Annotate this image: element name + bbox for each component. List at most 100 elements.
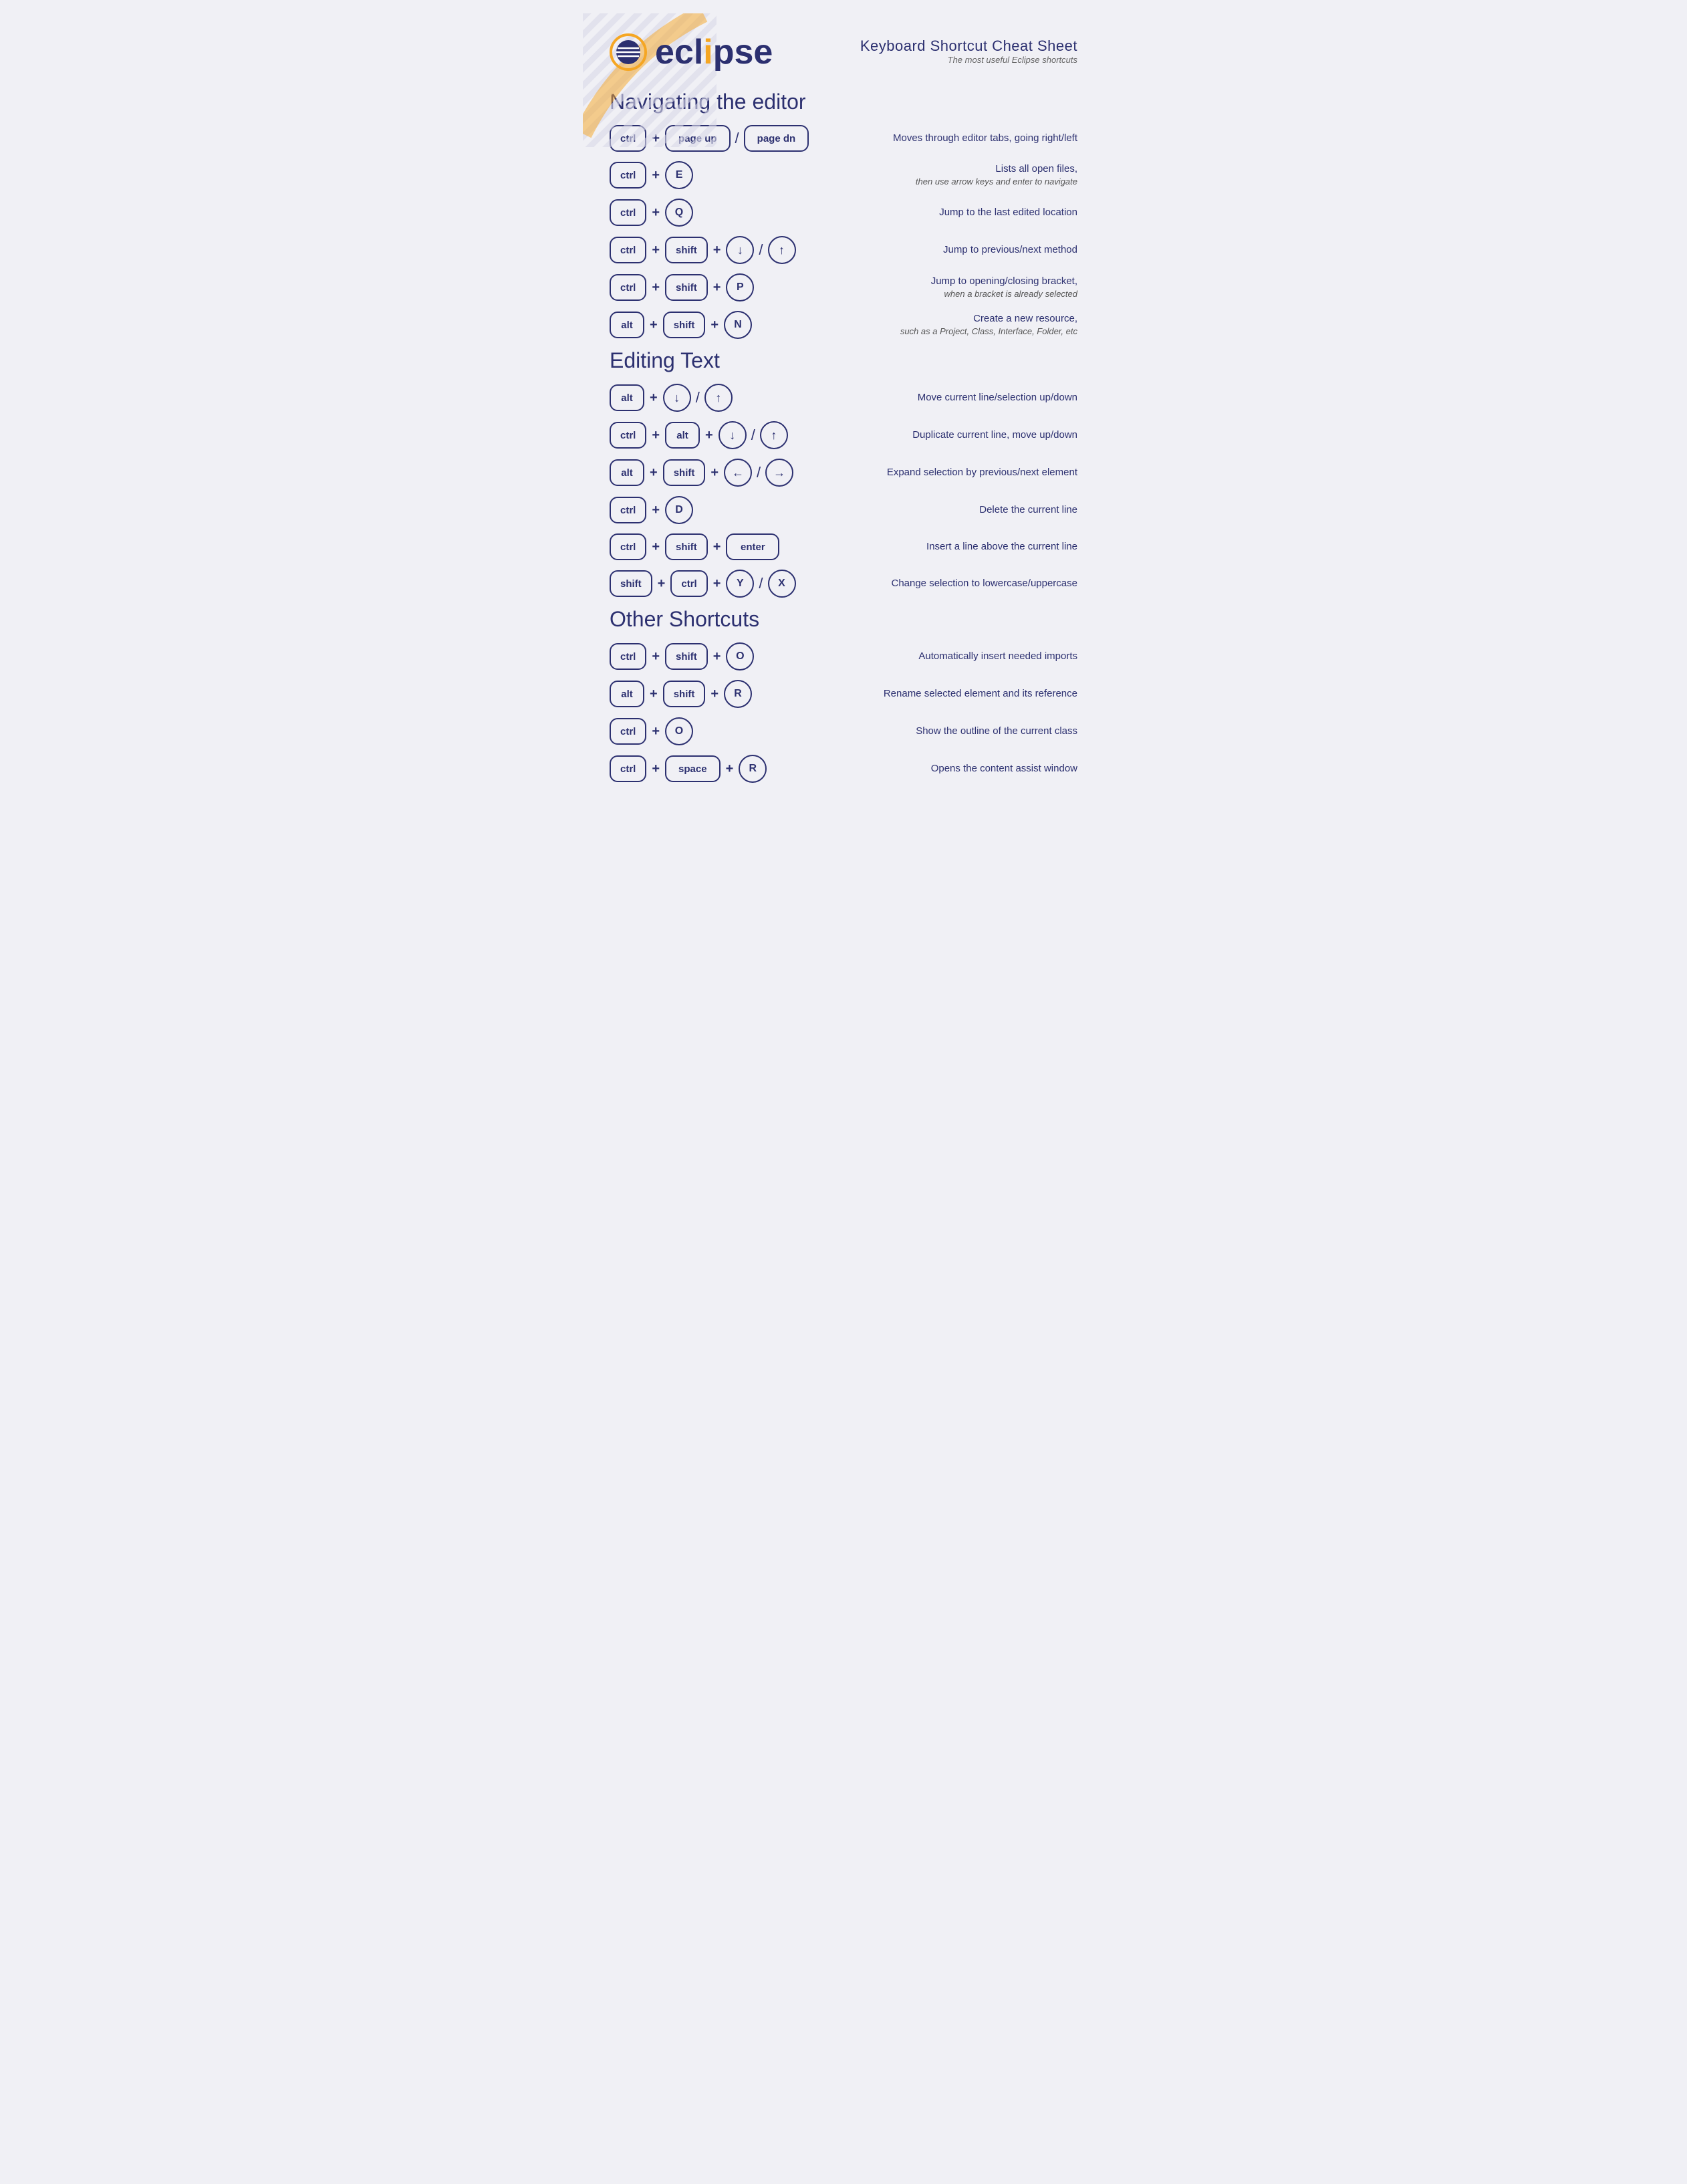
shortcut-desc: Opens the content assist window — [837, 762, 1077, 775]
shortcut-keys: ctrl + shift + enter — [610, 533, 837, 560]
key-q: Q — [665, 199, 693, 227]
key-down: ↓ — [726, 236, 754, 264]
header: eclipse Keyboard Shortcut Cheat Sheet Th… — [610, 33, 1077, 71]
shortcut-keys: alt + shift + N — [610, 311, 837, 339]
shortcut-row: alt + shift + ← / → Expand selection by … — [610, 459, 1077, 487]
shortcut-row: alt + ↓ / ↑ Move current line/selection … — [610, 384, 1077, 412]
shortcut-row: ctrl + shift + O Automatically insert ne… — [610, 642, 1077, 671]
key-space: space — [665, 755, 721, 782]
shortcut-keys: ctrl + Q — [610, 199, 837, 227]
key-d: D — [665, 496, 693, 524]
key-y: Y — [726, 570, 754, 598]
cheat-sheet-title: Keyboard Shortcut Cheat Sheet — [860, 37, 1077, 55]
logo-text: eclipse — [655, 35, 773, 70]
shortcut-row: ctrl + O Show the outline of the current… — [610, 717, 1077, 745]
header-right: Keyboard Shortcut Cheat Sheet The most u… — [860, 33, 1077, 65]
shortcut-row: ctrl + shift + P Jump to opening/closing… — [610, 273, 1077, 301]
shortcut-desc: Moves through editor tabs, going right/l… — [837, 132, 1077, 145]
key-down: ↓ — [719, 421, 747, 449]
shortcut-keys: ctrl + O — [610, 717, 837, 745]
key-shift: shift — [665, 237, 708, 263]
shortcut-row: ctrl + shift + enter Insert a line above… — [610, 533, 1077, 560]
key-alt: alt — [610, 681, 644, 707]
shortcut-keys: ctrl + D — [610, 496, 837, 524]
cheat-sheet-subtitle: The most useful Eclipse shortcuts — [860, 55, 1077, 65]
shortcut-row: ctrl + E Lists all open files, then use … — [610, 161, 1077, 189]
section-editing: Editing Text alt + ↓ / ↑ Move current li… — [610, 348, 1077, 598]
shortcut-keys: ctrl + shift + ↓ / ↑ — [610, 236, 837, 264]
key-ctrl: ctrl — [610, 533, 646, 560]
shortcut-row: ctrl + shift + ↓ / ↑ Jump to previous/ne… — [610, 236, 1077, 264]
key-ctrl: ctrl — [610, 237, 646, 263]
key-up: ↑ — [704, 384, 733, 412]
key-n: N — [724, 311, 752, 339]
shortcut-desc: Create a new resource, such as a Project… — [837, 312, 1077, 338]
shortcut-row: alt + shift + N Create a new resource, s… — [610, 311, 1077, 339]
section-title-editing: Editing Text — [610, 348, 1077, 373]
key-shift: shift — [665, 643, 708, 670]
key-shift: shift — [665, 274, 708, 301]
section-title-other: Other Shortcuts — [610, 607, 1077, 632]
key-ctrl: ctrl — [670, 570, 707, 597]
shortcut-keys: ctrl + E — [610, 161, 837, 189]
shortcut-row: ctrl + Q Jump to the last edited locatio… — [610, 199, 1077, 227]
shortcut-desc: Change selection to lowercase/uppercase — [837, 577, 1077, 590]
shortcut-keys: shift + ctrl + Y / X — [610, 570, 837, 598]
shortcut-keys: alt + ↓ / ↑ — [610, 384, 837, 412]
shortcut-desc: Lists all open files, then use arrow key… — [837, 162, 1077, 188]
shortcut-desc: Insert a line above the current line — [837, 540, 1077, 554]
key-ctrl: ctrl — [610, 643, 646, 670]
key-p: P — [726, 273, 754, 301]
key-ctrl: ctrl — [610, 755, 646, 782]
key-left: ← — [724, 459, 752, 487]
eclipse-logo-icon — [610, 33, 647, 71]
shortcut-keys: alt + shift + ← / → — [610, 459, 837, 487]
shortcut-row: ctrl + alt + ↓ / ↑ Duplicate current lin… — [610, 421, 1077, 449]
key-pagedn: page dn — [744, 125, 809, 152]
key-e: E — [665, 161, 693, 189]
key-r: R — [724, 680, 752, 708]
shortcut-keys: ctrl + shift + P — [610, 273, 837, 301]
key-ctrl: ctrl — [610, 422, 646, 449]
shortcut-desc: Delete the current line — [837, 503, 1077, 517]
shortcut-desc: Automatically insert needed imports — [837, 650, 1077, 663]
shortcut-desc: Duplicate current line, move up/down — [837, 429, 1077, 442]
key-ctrl: ctrl — [610, 274, 646, 301]
shortcut-row: alt + shift + R Rename selected element … — [610, 680, 1077, 708]
key-up: ↑ — [768, 236, 796, 264]
shortcut-desc: Move current line/selection up/down — [837, 391, 1077, 404]
key-up: ↑ — [760, 421, 788, 449]
key-alt: alt — [665, 422, 700, 449]
key-shift: shift — [663, 459, 706, 486]
key-alt: alt — [610, 384, 644, 411]
shortcut-desc: Jump to previous/next method — [837, 243, 1077, 257]
key-down: ↓ — [663, 384, 691, 412]
shortcut-row: ctrl + space + R Opens the content assis… — [610, 755, 1077, 783]
page: eclipse Keyboard Shortcut Cheat Sheet Th… — [583, 13, 1104, 819]
shortcut-keys: ctrl + space + R — [610, 755, 837, 783]
key-shift: shift — [665, 533, 708, 560]
shortcut-keys: ctrl + shift + O — [610, 642, 837, 671]
key-ctrl: ctrl — [610, 199, 646, 226]
key-x: X — [768, 570, 796, 598]
key-shift: shift — [663, 312, 706, 338]
shortcut-desc: Jump to the last edited location — [837, 206, 1077, 219]
logo-area: eclipse — [610, 33, 773, 71]
key-o: O — [665, 717, 693, 745]
shortcut-desc: Show the outline of the current class — [837, 725, 1077, 738]
shortcut-keys: alt + shift + R — [610, 680, 837, 708]
key-alt: alt — [610, 312, 644, 338]
key-ctrl: ctrl — [610, 718, 646, 745]
key-alt: alt — [610, 459, 644, 486]
key-shift: shift — [663, 681, 706, 707]
key-o: O — [726, 642, 754, 671]
shortcut-desc: Rename selected element and its referenc… — [837, 687, 1077, 701]
section-other: Other Shortcuts ctrl + shift + O Automat… — [610, 607, 1077, 783]
key-shift: shift — [610, 570, 652, 597]
shortcut-desc: Jump to opening/closing bracket, when a … — [837, 275, 1077, 300]
key-right: → — [765, 459, 793, 487]
key-enter: enter — [726, 533, 779, 560]
shortcut-row: shift + ctrl + Y / X Change selection to… — [610, 570, 1077, 598]
shortcut-keys: ctrl + alt + ↓ / ↑ — [610, 421, 837, 449]
shortcut-desc: Expand selection by previous/next elemen… — [837, 466, 1077, 479]
